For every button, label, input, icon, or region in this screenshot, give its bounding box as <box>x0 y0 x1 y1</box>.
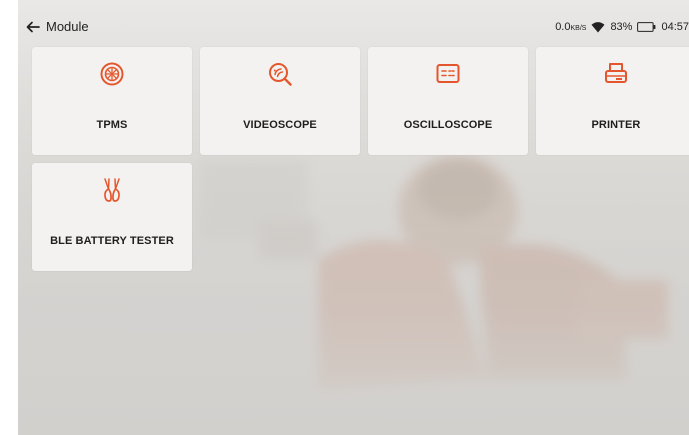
top-bar: Module 0.0KB/S 83% 04:57 <box>18 0 689 44</box>
tile-printer[interactable]: PRINTER <box>536 47 689 155</box>
back-arrow-icon[interactable] <box>26 20 40 34</box>
tile-label: OSCILLOSCOPE <box>403 119 493 131</box>
tile-oscilloscope[interactable]: OSCILLOSCOPE <box>368 47 528 155</box>
videoscope-icon <box>269 63 292 86</box>
tile-label: VIDEOSCOPE <box>243 119 317 131</box>
tile-label: TPMS <box>96 119 128 131</box>
battery-icon <box>637 22 656 32</box>
tile-label: PRINTER <box>591 119 641 131</box>
page-title: Module <box>46 19 89 34</box>
tile-tpms[interactable]: TPMS <box>32 47 192 155</box>
status-indicators: 0.0KB/S 83% 04:57 <box>555 19 689 35</box>
tile-ble-battery-tester[interactable]: BLE BATTERY TESTER <box>32 163 192 271</box>
battery-clamp-icon <box>104 178 120 202</box>
oscilloscope-icon <box>436 64 460 83</box>
tile-videoscope[interactable]: VIDEOSCOPE <box>200 47 360 155</box>
tile-label: BLE BATTERY TESTER <box>50 235 174 247</box>
tire-icon <box>100 62 124 86</box>
network-speed: 0.0KB/S <box>555 21 587 33</box>
module-screen: Module 0.0KB/S 83% 04:57 TPMS VIDEOSCOPE… <box>18 0 689 435</box>
printer-icon <box>605 63 627 83</box>
battery-percent: 83% <box>610 21 633 33</box>
clock: 04:57 <box>661 21 689 33</box>
wifi-icon <box>591 22 605 33</box>
